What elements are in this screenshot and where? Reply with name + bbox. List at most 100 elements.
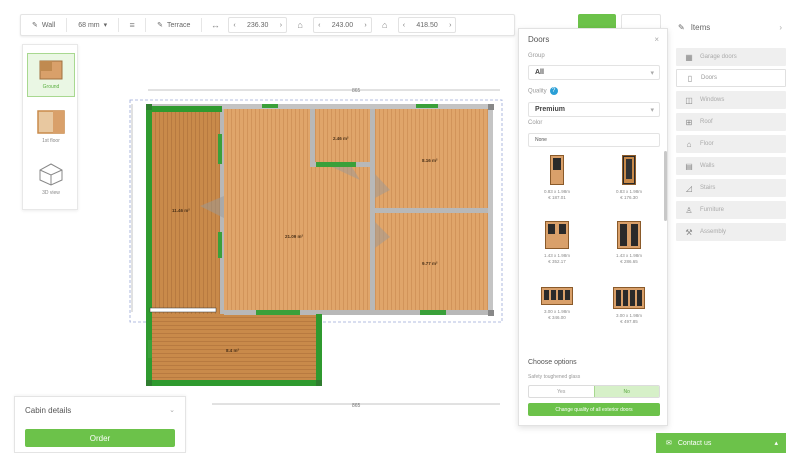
item-furniture[interactable]: ♙ Furniture <box>676 201 786 219</box>
caret-up-icon: ▴ <box>774 440 778 447</box>
menu-icon[interactable]: ≡ <box>125 18 139 32</box>
view-label: Ground <box>42 84 60 90</box>
toggle-no[interactable]: No <box>593 386 659 397</box>
item-assembly[interactable]: ⚒ Assembly <box>676 223 786 241</box>
divider <box>201 18 203 32</box>
interior-wall[interactable] <box>372 208 492 213</box>
roof-icon: ⊞ <box>685 117 693 127</box>
color-select[interactable]: None <box>528 133 660 147</box>
height-stepper[interactable]: ‹ 418.50 › <box>397 17 457 33</box>
door-marker[interactable] <box>218 134 222 164</box>
door-size: 3.00 x 1.98m <box>615 313 642 318</box>
info-icon[interactable]: ? <box>549 87 558 95</box>
depth-value[interactable]: 243.00 <box>324 22 360 29</box>
wall-tool-button[interactable]: ✎ Wall <box>27 17 60 33</box>
door-size: 1.43 x 1.98m <box>543 253 570 258</box>
decrement-icon[interactable]: ‹ <box>403 22 405 29</box>
cabin-details-title: Cabin details <box>25 406 72 415</box>
close-icon[interactable]: × <box>654 35 659 44</box>
item-label: Floor <box>700 141 714 147</box>
thickness-dropdown[interactable]: 68 mm ▾ <box>73 17 112 33</box>
group-select[interactable]: All ▾ <box>528 65 660 80</box>
window-marker[interactable] <box>416 104 438 108</box>
corner-node[interactable] <box>488 104 494 110</box>
view-3d[interactable]: 3D view <box>27 157 75 201</box>
door-price: € 176.30 <box>620 195 638 200</box>
view-ground[interactable]: Ground <box>27 53 75 97</box>
corner-node[interactable] <box>488 310 494 316</box>
door-icon: ▯ <box>687 73 693 83</box>
room-area-label: 8.4 m² <box>226 348 240 353</box>
contact-us-button[interactable]: ✉ Contact us ▴ <box>656 433 786 453</box>
floor-plan[interactable]: 865 865 11.46 m² 2.46 m² 8.16 m² 21.09 m… <box>120 82 515 412</box>
item-walls[interactable]: ▤ Walls <box>676 157 786 175</box>
chevron-down-icon[interactable]: ⌄ <box>169 406 175 414</box>
top-toolbar: ✎ Wall 68 mm ▾ ≡ ✎ Terrace ↔ ‹ 236.30 › … <box>20 14 515 36</box>
change-quality-button[interactable]: Change quality of all exterior doors <box>528 403 660 416</box>
quality-select[interactable]: Premium ▾ <box>528 102 660 117</box>
increment-icon[interactable]: › <box>364 22 366 29</box>
door-product[interactable]: 1.43 x 1.98m € 286.65 <box>600 221 658 285</box>
house-front-icon: ⌂ <box>297 20 303 30</box>
item-windows[interactable]: ◫ Windows <box>676 91 786 109</box>
door-product[interactable]: 0.83 x 1.98m € 187.01 <box>528 155 586 219</box>
item-label: Stairs <box>700 185 716 191</box>
exterior-wall-right[interactable] <box>488 104 493 316</box>
item-stairs[interactable]: ◿ Stairs <box>676 179 786 197</box>
terrace-tool-button[interactable]: ✎ Terrace <box>152 17 195 33</box>
depth-stepper[interactable]: ‹ 243.00 › <box>313 17 372 33</box>
single-door-icon <box>622 155 636 185</box>
chat-icon: ✉ <box>666 440 672 447</box>
door-size: 3.00 x 1.98m <box>543 309 570 314</box>
chevron-right-icon: › <box>779 22 782 32</box>
door-product[interactable]: 1.43 x 1.98m € 352.17 <box>528 221 586 285</box>
terrace-wall-bottom[interactable] <box>146 380 322 386</box>
toggle-yes[interactable]: Yes <box>529 386 594 397</box>
window-marker[interactable] <box>256 310 300 315</box>
exterior-wall-top-left[interactable] <box>146 106 222 112</box>
door-opening[interactable] <box>149 307 217 313</box>
view-first-floor[interactable]: 1st floor <box>27 105 75 149</box>
safety-glass-toggle[interactable]: Yes No <box>528 385 660 398</box>
view-label: 1st floor <box>42 138 60 144</box>
corner-node[interactable] <box>146 104 152 110</box>
cube-3d-icon <box>39 163 63 186</box>
item-doors[interactable]: ▯ Doors <box>676 69 786 87</box>
door-product[interactable]: 3.00 x 1.98m € 497.85 <box>600 287 658 351</box>
color-label: Color <box>528 120 543 126</box>
window-marker[interactable] <box>262 104 278 108</box>
window-marker[interactable] <box>420 310 446 315</box>
item-roof[interactable]: ⊞ Roof <box>676 113 786 131</box>
view-selector-panel: Ground 1st floor 3D view <box>22 44 78 210</box>
increment-icon[interactable]: › <box>449 22 451 29</box>
choose-options-title: Choose options <box>528 359 577 366</box>
chevron-down-icon: ▾ <box>650 69 654 77</box>
decrement-icon[interactable]: ‹ <box>318 22 320 29</box>
item-garage-doors[interactable]: ▦ Garage doors <box>676 48 786 66</box>
door-marker[interactable] <box>218 232 222 258</box>
corner-node[interactable] <box>316 380 322 386</box>
scrollbar[interactable] <box>664 151 667 221</box>
bottom-dimension-label: 865 <box>352 403 361 409</box>
corner-node[interactable] <box>146 380 152 386</box>
items-title: Items <box>690 22 711 32</box>
increment-icon[interactable]: › <box>280 22 282 29</box>
width-value[interactable]: 236.30 <box>240 22 276 29</box>
room-floor[interactable] <box>220 108 372 314</box>
interior-wall[interactable] <box>310 108 315 164</box>
height-value[interactable]: 418.50 <box>409 22 445 29</box>
door-size: 0.83 x 1.98m <box>543 189 570 194</box>
door-product[interactable]: 3.00 x 1.98m € 346.00 <box>528 287 586 351</box>
group-value: All <box>535 69 544 76</box>
items-header[interactable]: ✎ Items › <box>668 16 788 38</box>
width-stepper[interactable]: ‹ 236.30 › <box>228 17 288 33</box>
order-button[interactable]: Order <box>25 429 175 447</box>
door-marker[interactable] <box>148 340 152 358</box>
item-floor[interactable]: ⌂ Floor <box>676 135 786 153</box>
door-marker[interactable] <box>316 162 356 167</box>
terrace-wall-right[interactable] <box>316 314 322 386</box>
divider <box>118 18 120 32</box>
door-product[interactable]: 0.83 x 1.98m € 176.30 <box>600 155 658 219</box>
decrement-icon[interactable]: ‹ <box>233 22 235 29</box>
double-door-icon <box>545 221 569 249</box>
